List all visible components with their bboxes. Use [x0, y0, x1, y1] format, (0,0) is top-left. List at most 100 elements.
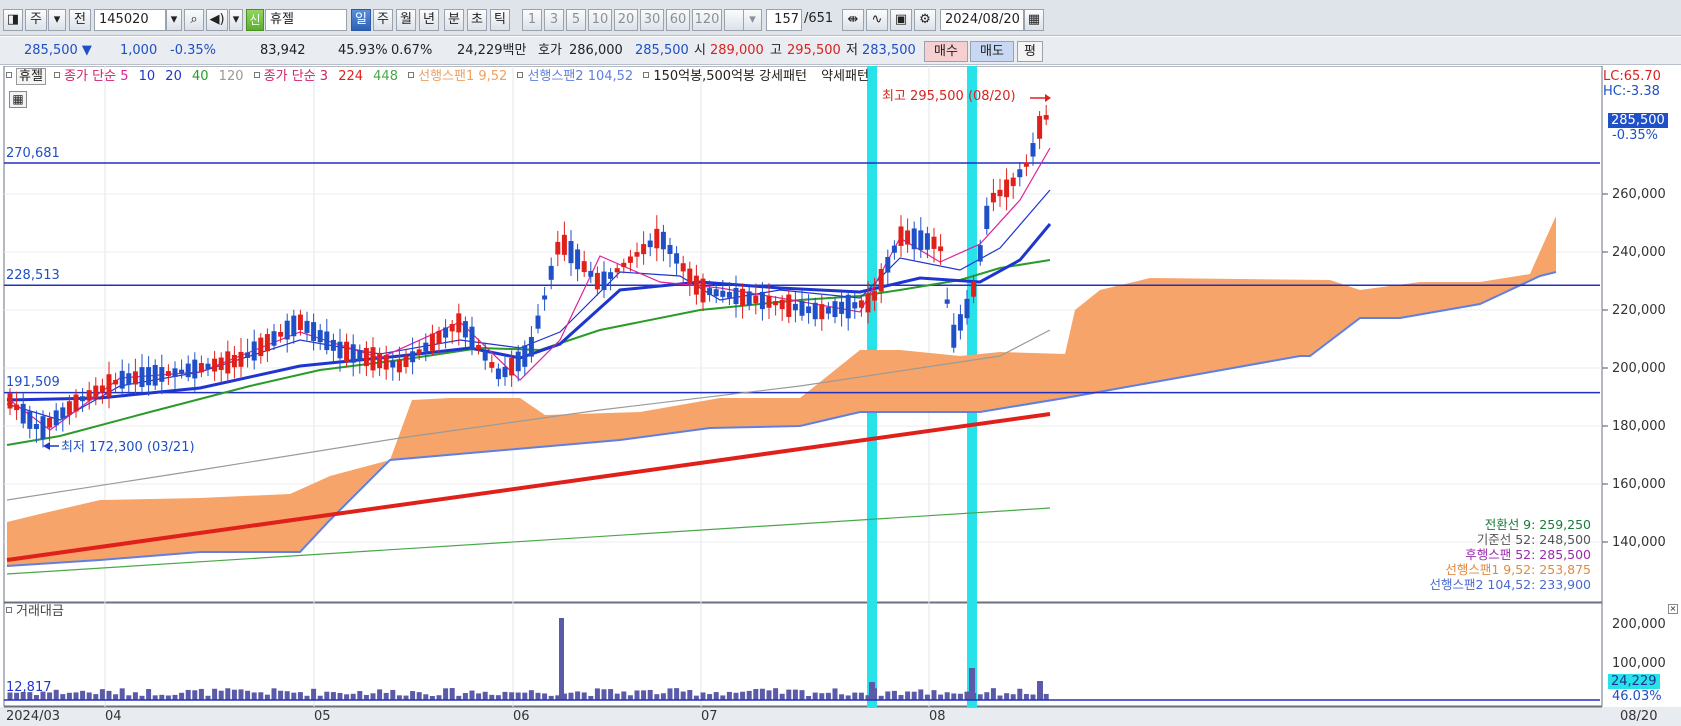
volume-bar [231, 689, 237, 700]
candle-body [238, 351, 244, 367]
volume-bar [766, 690, 772, 700]
volume-bar [746, 690, 752, 700]
period-day-tab[interactable]: 일 [351, 9, 371, 31]
legend-toggle-icon[interactable] [6, 72, 12, 78]
interval-30[interactable]: 30 [640, 9, 664, 31]
volume-bar [225, 688, 231, 700]
candle-body [370, 347, 376, 371]
period-minute-tab[interactable]: 분 [444, 9, 464, 31]
volume-bar [66, 692, 72, 700]
candle-body [535, 315, 541, 329]
legend-ma120: 120 [218, 69, 244, 84]
candle-body [179, 369, 185, 374]
candle-body [40, 416, 46, 440]
period-month-tab[interactable]: 월 [396, 9, 416, 31]
buy-button[interactable]: 매수 [924, 41, 968, 62]
volume-bar [146, 689, 152, 700]
candle-body [423, 342, 429, 352]
low-price: 283,500 [862, 43, 916, 58]
save-icon[interactable]: ▣ [890, 9, 912, 31]
candle-body [403, 356, 409, 368]
candle-body [858, 300, 864, 308]
candle-body [60, 407, 66, 419]
candle-body [924, 233, 930, 250]
candle-body [278, 331, 284, 337]
sound-dropdown-icon[interactable]: ▾ [229, 9, 243, 31]
interval-120[interactable]: 120 [692, 9, 722, 31]
code-dropdown-icon[interactable]: ▾ [166, 9, 182, 31]
candle-body [489, 362, 495, 368]
candle-body [641, 244, 647, 255]
volume-bar [284, 691, 290, 700]
interval-5[interactable]: 5 [566, 9, 586, 31]
interval-20[interactable]: 20 [614, 9, 638, 31]
interval-3[interactable]: 3 [544, 9, 564, 31]
prev-button[interactable]: 전 [69, 9, 91, 31]
candle-body [317, 330, 323, 343]
volume-bar [443, 688, 449, 700]
period-tick-tab[interactable]: 틱 [490, 9, 510, 31]
close-pane-icon[interactable]: × [1668, 604, 1678, 614]
volume-bar [337, 692, 343, 700]
candle-body [14, 404, 20, 411]
volume-bar [278, 690, 284, 700]
legend-span2-icon[interactable] [517, 72, 524, 78]
candle-body [819, 304, 825, 320]
interval-60[interactable]: 60 [666, 9, 690, 31]
grid-toggle-icon[interactable]: ▦ [9, 91, 27, 108]
candle-body [1023, 162, 1029, 167]
legend-pattern: 150억봉,500억봉 강세패턴 [653, 69, 807, 84]
market-dropdown-icon[interactable]: ▾ [48, 9, 66, 31]
candle-body [80, 396, 86, 402]
period-week-tab[interactable]: 주 [373, 9, 393, 31]
volume-bar [60, 694, 66, 700]
period-second-tab[interactable]: 초 [467, 9, 487, 31]
volume-toggle-icon[interactable] [6, 607, 12, 613]
candle-body [792, 303, 798, 311]
volume-bar [271, 688, 277, 700]
interval-dropdown-icon[interactable]: ▾ [743, 9, 762, 31]
open-price: 289,000 [710, 43, 764, 58]
stock-name-field[interactable]: 휴젤 [265, 9, 347, 31]
candle-body [911, 228, 917, 250]
sound-icon[interactable]: ◀) [206, 9, 228, 31]
volume-bar [680, 691, 686, 700]
interval-1[interactable]: 1 [522, 9, 542, 31]
candle-body [746, 291, 752, 306]
volume-bar [568, 692, 574, 700]
candle-body [845, 294, 851, 319]
market-select[interactable]: 주 [25, 9, 47, 31]
bar-count-input[interactable]: 157 [766, 9, 802, 31]
candle-body [53, 410, 59, 426]
zoom-in-icon[interactable]: ⇼ [842, 9, 864, 31]
gear-icon[interactable]: ⚙ [914, 9, 936, 31]
date-input[interactable]: 2024/08/20 [940, 9, 1024, 31]
volume-bar [528, 690, 534, 700]
sell-button[interactable]: 매도 [970, 41, 1014, 62]
candle-body [528, 336, 534, 357]
candle-body [885, 256, 891, 273]
candle-body [357, 350, 363, 361]
price-chart[interactable] [0, 66, 1681, 726]
candle-body [20, 403, 26, 424]
search-icon[interactable]: ⌕ [184, 9, 204, 31]
volume-bar [258, 692, 264, 700]
volume-bar [132, 692, 138, 700]
legend-pattern-icon[interactable] [643, 72, 650, 78]
legend-ma-a-icon[interactable] [54, 72, 61, 78]
volume-bar [185, 689, 191, 700]
period-year-tab[interactable]: 년 [419, 9, 439, 31]
legend-ma-b-icon[interactable] [253, 72, 260, 78]
eval-button[interactable]: 평 [1017, 41, 1043, 62]
draw-line-icon[interactable]: ∿ [866, 9, 888, 31]
stock-code-input[interactable]: 145020 [94, 9, 166, 31]
candle-body [99, 385, 105, 393]
candle-body [990, 192, 996, 203]
calendar-icon[interactable]: ▦ [1024, 9, 1044, 31]
y-tick-180000: 180,000 [1612, 419, 1666, 434]
legend-span1-icon[interactable] [408, 72, 415, 78]
high-annotation: 최고 295,500 (08/20) [882, 89, 1016, 104]
layout-icon[interactable]: ◨ [3, 9, 23, 31]
x-tick-06: 06 [513, 709, 530, 724]
interval-10[interactable]: 10 [588, 9, 612, 31]
